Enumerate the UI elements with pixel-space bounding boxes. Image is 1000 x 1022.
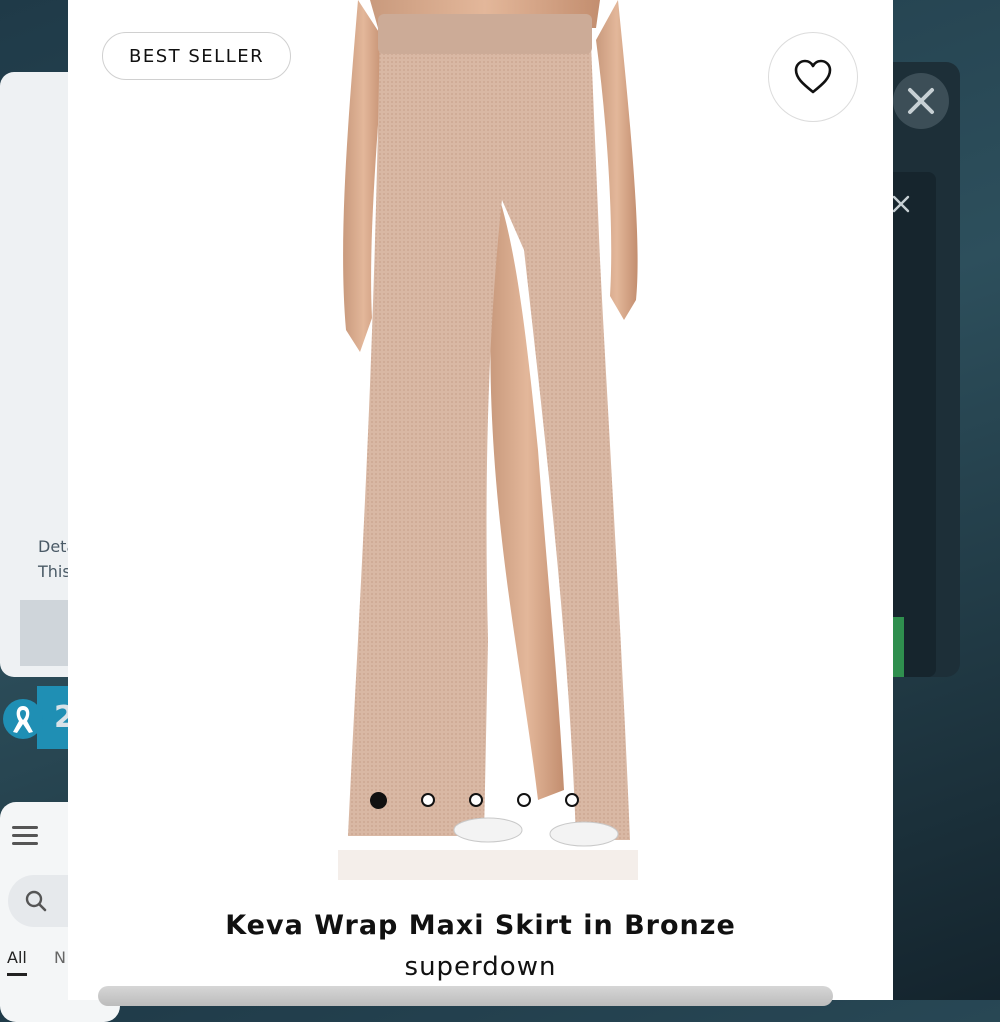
favorite-button[interactable] bbox=[768, 32, 858, 122]
tab-all[interactable]: All bbox=[7, 948, 27, 976]
product-title: Keva Wrap Maxi Skirt in Bronze bbox=[225, 910, 736, 941]
bottom-action-bar[interactable] bbox=[98, 986, 833, 1006]
background-small-close-button[interactable] bbox=[890, 193, 912, 215]
carousel-dot-2[interactable] bbox=[421, 793, 435, 807]
close-icon bbox=[908, 88, 934, 114]
product-modal: BEST SELLER Keva Wrap Maxi Skirt in Bron… bbox=[68, 0, 893, 1006]
product-brand[interactable]: superdown bbox=[68, 952, 893, 982]
hamburger-menu-icon[interactable] bbox=[12, 826, 38, 848]
carousel-dot-4[interactable] bbox=[517, 793, 531, 807]
carousel-dots bbox=[370, 792, 579, 809]
carousel-dot-3[interactable] bbox=[469, 793, 483, 807]
heart-outline-icon bbox=[794, 59, 832, 94]
close-icon bbox=[892, 195, 910, 213]
product-image[interactable] bbox=[338, 0, 638, 880]
ribbon-icon bbox=[0, 696, 46, 742]
carousel-dot-1[interactable] bbox=[370, 792, 387, 809]
tab-n[interactable]: N bbox=[54, 948, 66, 967]
carousel-dot-5[interactable] bbox=[565, 793, 579, 807]
search-icon bbox=[25, 890, 47, 912]
background-close-button[interactable] bbox=[893, 73, 949, 129]
best-seller-badge: BEST SELLER bbox=[102, 32, 292, 80]
